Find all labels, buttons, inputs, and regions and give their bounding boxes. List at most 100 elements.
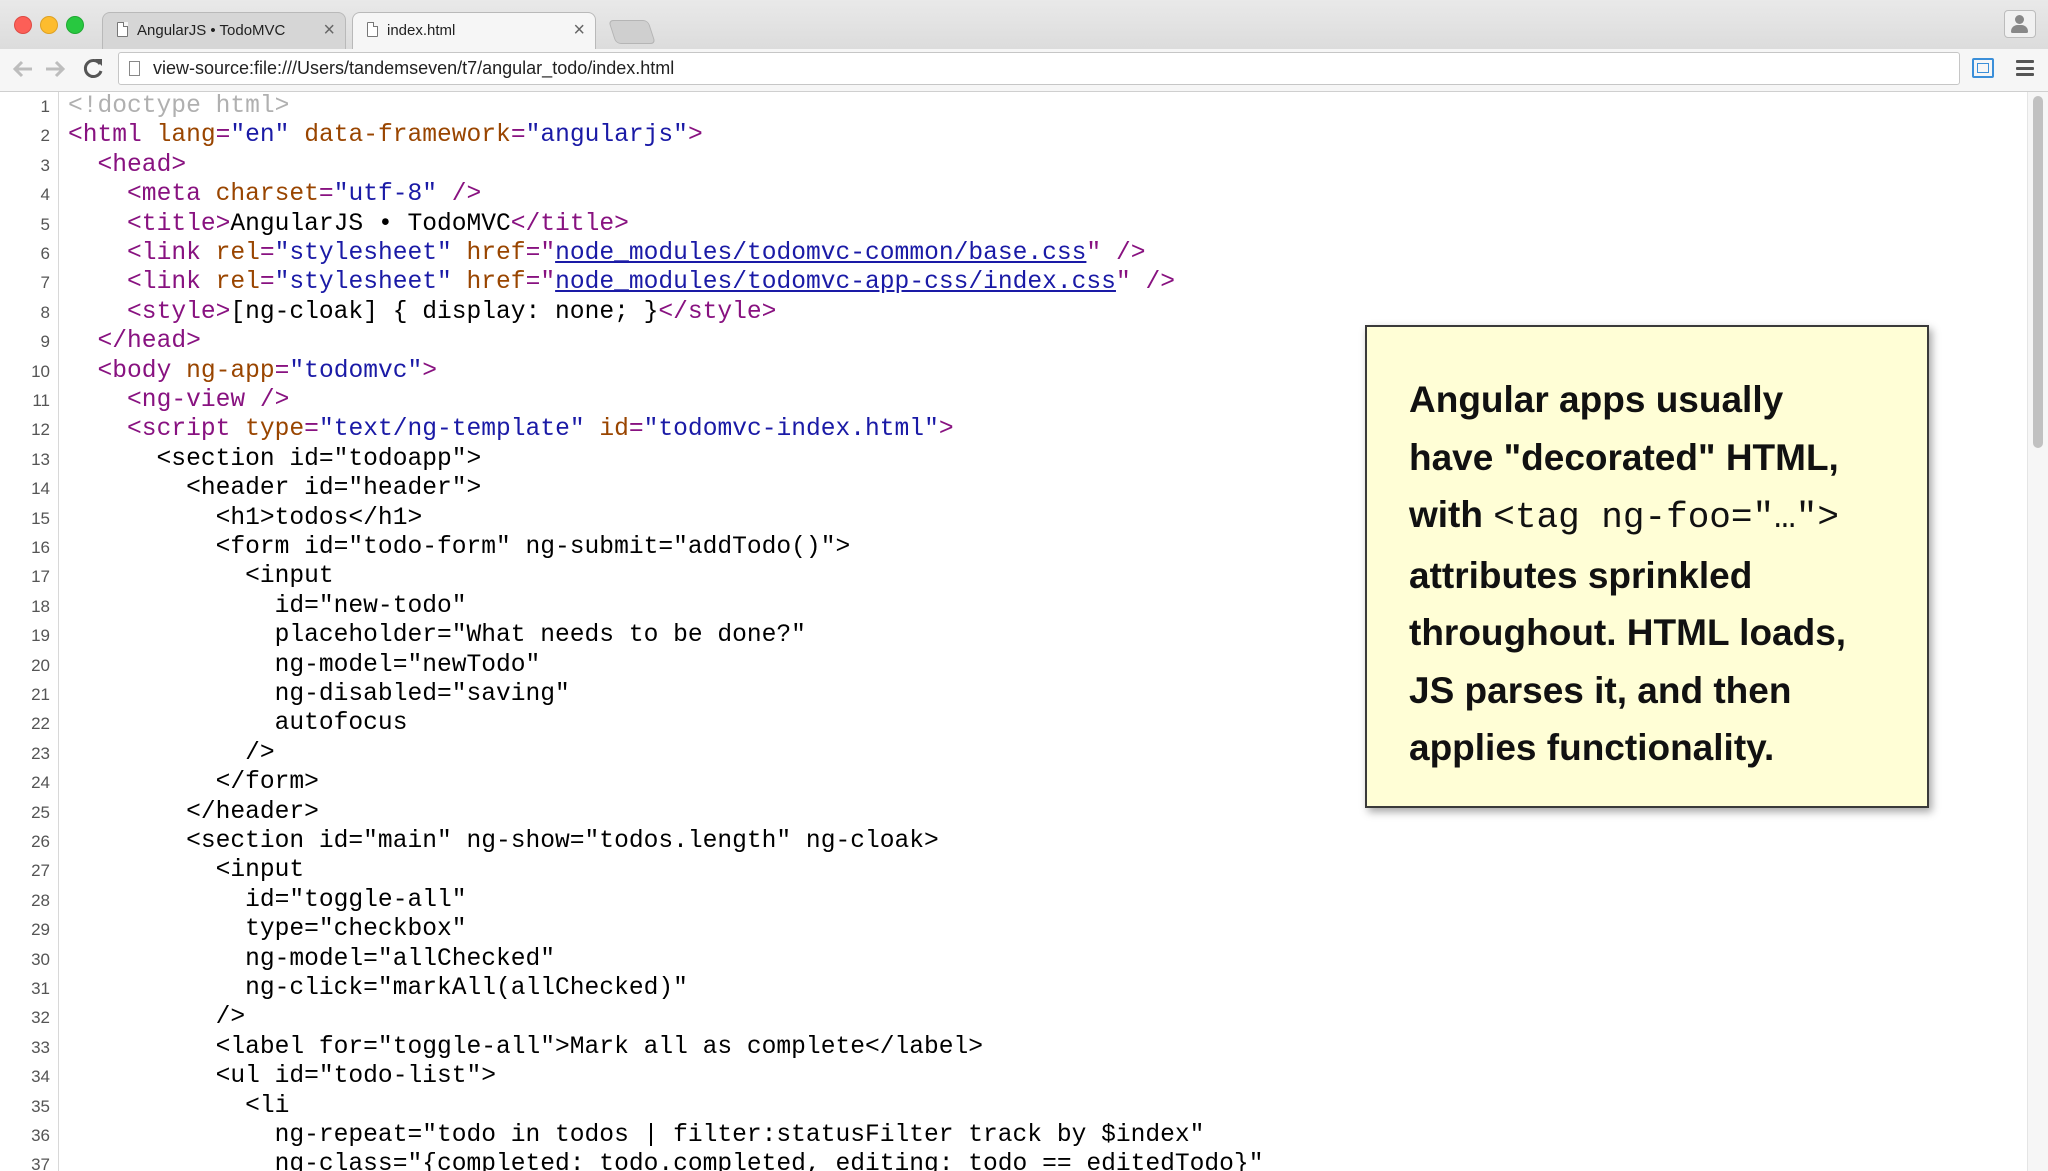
code-token: "utf-8" [333,181,437,209]
source-line: 4 <meta charset="utf-8" /> [0,180,2028,209]
line-code: <link rel="stylesheet" href="node_module… [68,239,1145,268]
close-icon[interactable]: × [573,19,585,41]
code-token: </title> [510,210,629,238]
line-code: ng-repeat="todo in todos | filter:status… [68,1121,1205,1150]
source-line: 2 <html lang="en" data-framework="angular… [0,121,2028,150]
source-link[interactable]: node_modules/todomvc-common/base.css [555,240,1086,267]
line-code: <html lang="en" data-framework="angularj… [68,121,703,150]
code-token: lang [156,122,216,150]
code-token: <script [127,416,246,444]
source-line: 31 ng-click="markAll(allChecked)" [0,974,2028,1003]
source-line: 5 <title>AngularJS • TodoMVC</title> [0,210,2028,239]
code-token: <link [127,240,216,267]
line-code: id="new-todo" [68,592,467,621]
code-token: <ul id="todo-list"> [68,1063,497,1091]
note-text: with [1409,494,1494,535]
line-code: <input [68,856,305,885]
line-code: <form id="todo-form" ng-submit="addTodo(… [68,533,851,562]
line-number: 9 [40,332,50,352]
code-token: = [259,269,275,297]
source-line: 32 /> [0,1003,2028,1032]
line-number: 16 [31,538,50,557]
code-token: id="new-todo" [68,592,467,620]
code-token: ng-app [186,357,275,385]
line-number: 29 [31,920,50,940]
zoom-window-button[interactable] [66,16,84,34]
line-code: <link rel="stylesheet" href="node_module… [68,268,1175,297]
source-link[interactable]: node_modules/todomvc-app-css/index.css [555,269,1116,296]
line-number: 1 [40,97,50,116]
line-number: 2 [40,126,50,146]
code-token: <style> [127,298,231,326]
source-line: 1 <!doctype html> [0,92,2028,121]
forward-arrow-icon[interactable] [40,54,70,84]
code-token: /> [437,181,482,209]
reload-icon[interactable] [78,54,108,84]
code-token: charset [215,181,319,209]
line-code: /> [68,1003,246,1032]
source-line: 28 id="toggle-all" [0,886,2028,915]
profile-icon[interactable] [2004,10,2036,38]
line-code: <head> [68,151,187,180]
line-code: <meta charset="utf-8" /> [68,180,481,209]
code-token: =" [525,269,556,297]
minimize-window-button[interactable] [40,16,58,34]
source-line: 33 <label for="toggle-all">Mark all as c… [0,1033,2028,1062]
line-number: 33 [31,1037,50,1057]
code-token: > [938,416,954,444]
tab-title: index.html [387,22,456,39]
source-line: 27 <input [0,856,2028,885]
line-code: <title>AngularJS • TodoMVC</title> [68,210,629,239]
code-token: <input [68,563,334,591]
code-token: <input [68,857,305,885]
source-line: 26 <section id="main" ng-show="todos.len… [0,827,2028,856]
source-line: 6 <link rel="stylesheet" href="node_modu… [0,239,2028,268]
note-line: attributes sprinkled [1409,554,1753,596]
source-line: 3 <head> [0,151,2028,180]
line-code: id="toggle-all" [68,886,466,915]
note-line: applies functionality. [1409,727,1775,768]
line-code: /> [68,739,275,768]
tab-title: AngularJS • TodoMVC [137,22,286,39]
line-code: placeholder="What needs to be done?" [68,621,806,650]
code-token: placeholder="What needs to be done?" [68,622,806,650]
tab-angularjs-todomvc[interactable]: AngularJS • TodoMVC × [102,12,346,49]
tab-index-html[interactable]: index.html × [352,12,596,50]
line-number: 15 [31,508,50,528]
code-token: <form id="todo-form" ng-submit="addTodo(… [68,534,851,561]
close-window-button[interactable] [14,16,32,34]
line-number: 35 [31,1096,50,1116]
line-number: 3 [40,155,50,175]
code-token: [ng-cloak] { display: none; } [230,298,659,326]
code-token: ng-model="allChecked" [68,945,556,973]
address-bar[interactable] [118,52,1960,85]
vertical-scrollbar[interactable] [2027,92,2048,1171]
hamburger-menu-icon[interactable] [2016,60,2034,76]
line-number: 7 [40,273,50,293]
line-code: ng-model="allChecked" [68,945,555,974]
code-token: = [628,416,644,444]
code-token: data-framework [304,122,511,150]
line-number: 37 [31,1155,50,1171]
cast-icon[interactable] [1972,58,1994,78]
url-input[interactable] [153,53,1933,84]
scrollbar-thumb[interactable] [2033,96,2043,448]
line-number: 34 [31,1067,50,1087]
close-icon[interactable]: × [323,19,335,41]
code-token: ng-model="newTodo" [68,651,541,679]
code-token: /> [68,1004,246,1032]
new-tab-button[interactable] [608,20,656,44]
code-token: href [466,240,526,267]
back-arrow-icon[interactable] [8,54,38,84]
code-token: </head> [97,328,201,356]
line-code: </head> [68,327,201,356]
line-code: <ul id="todo-list"> [68,1062,496,1091]
line-code: <section id="todoapp"> [68,445,482,474]
code-token: <html [68,122,157,150]
